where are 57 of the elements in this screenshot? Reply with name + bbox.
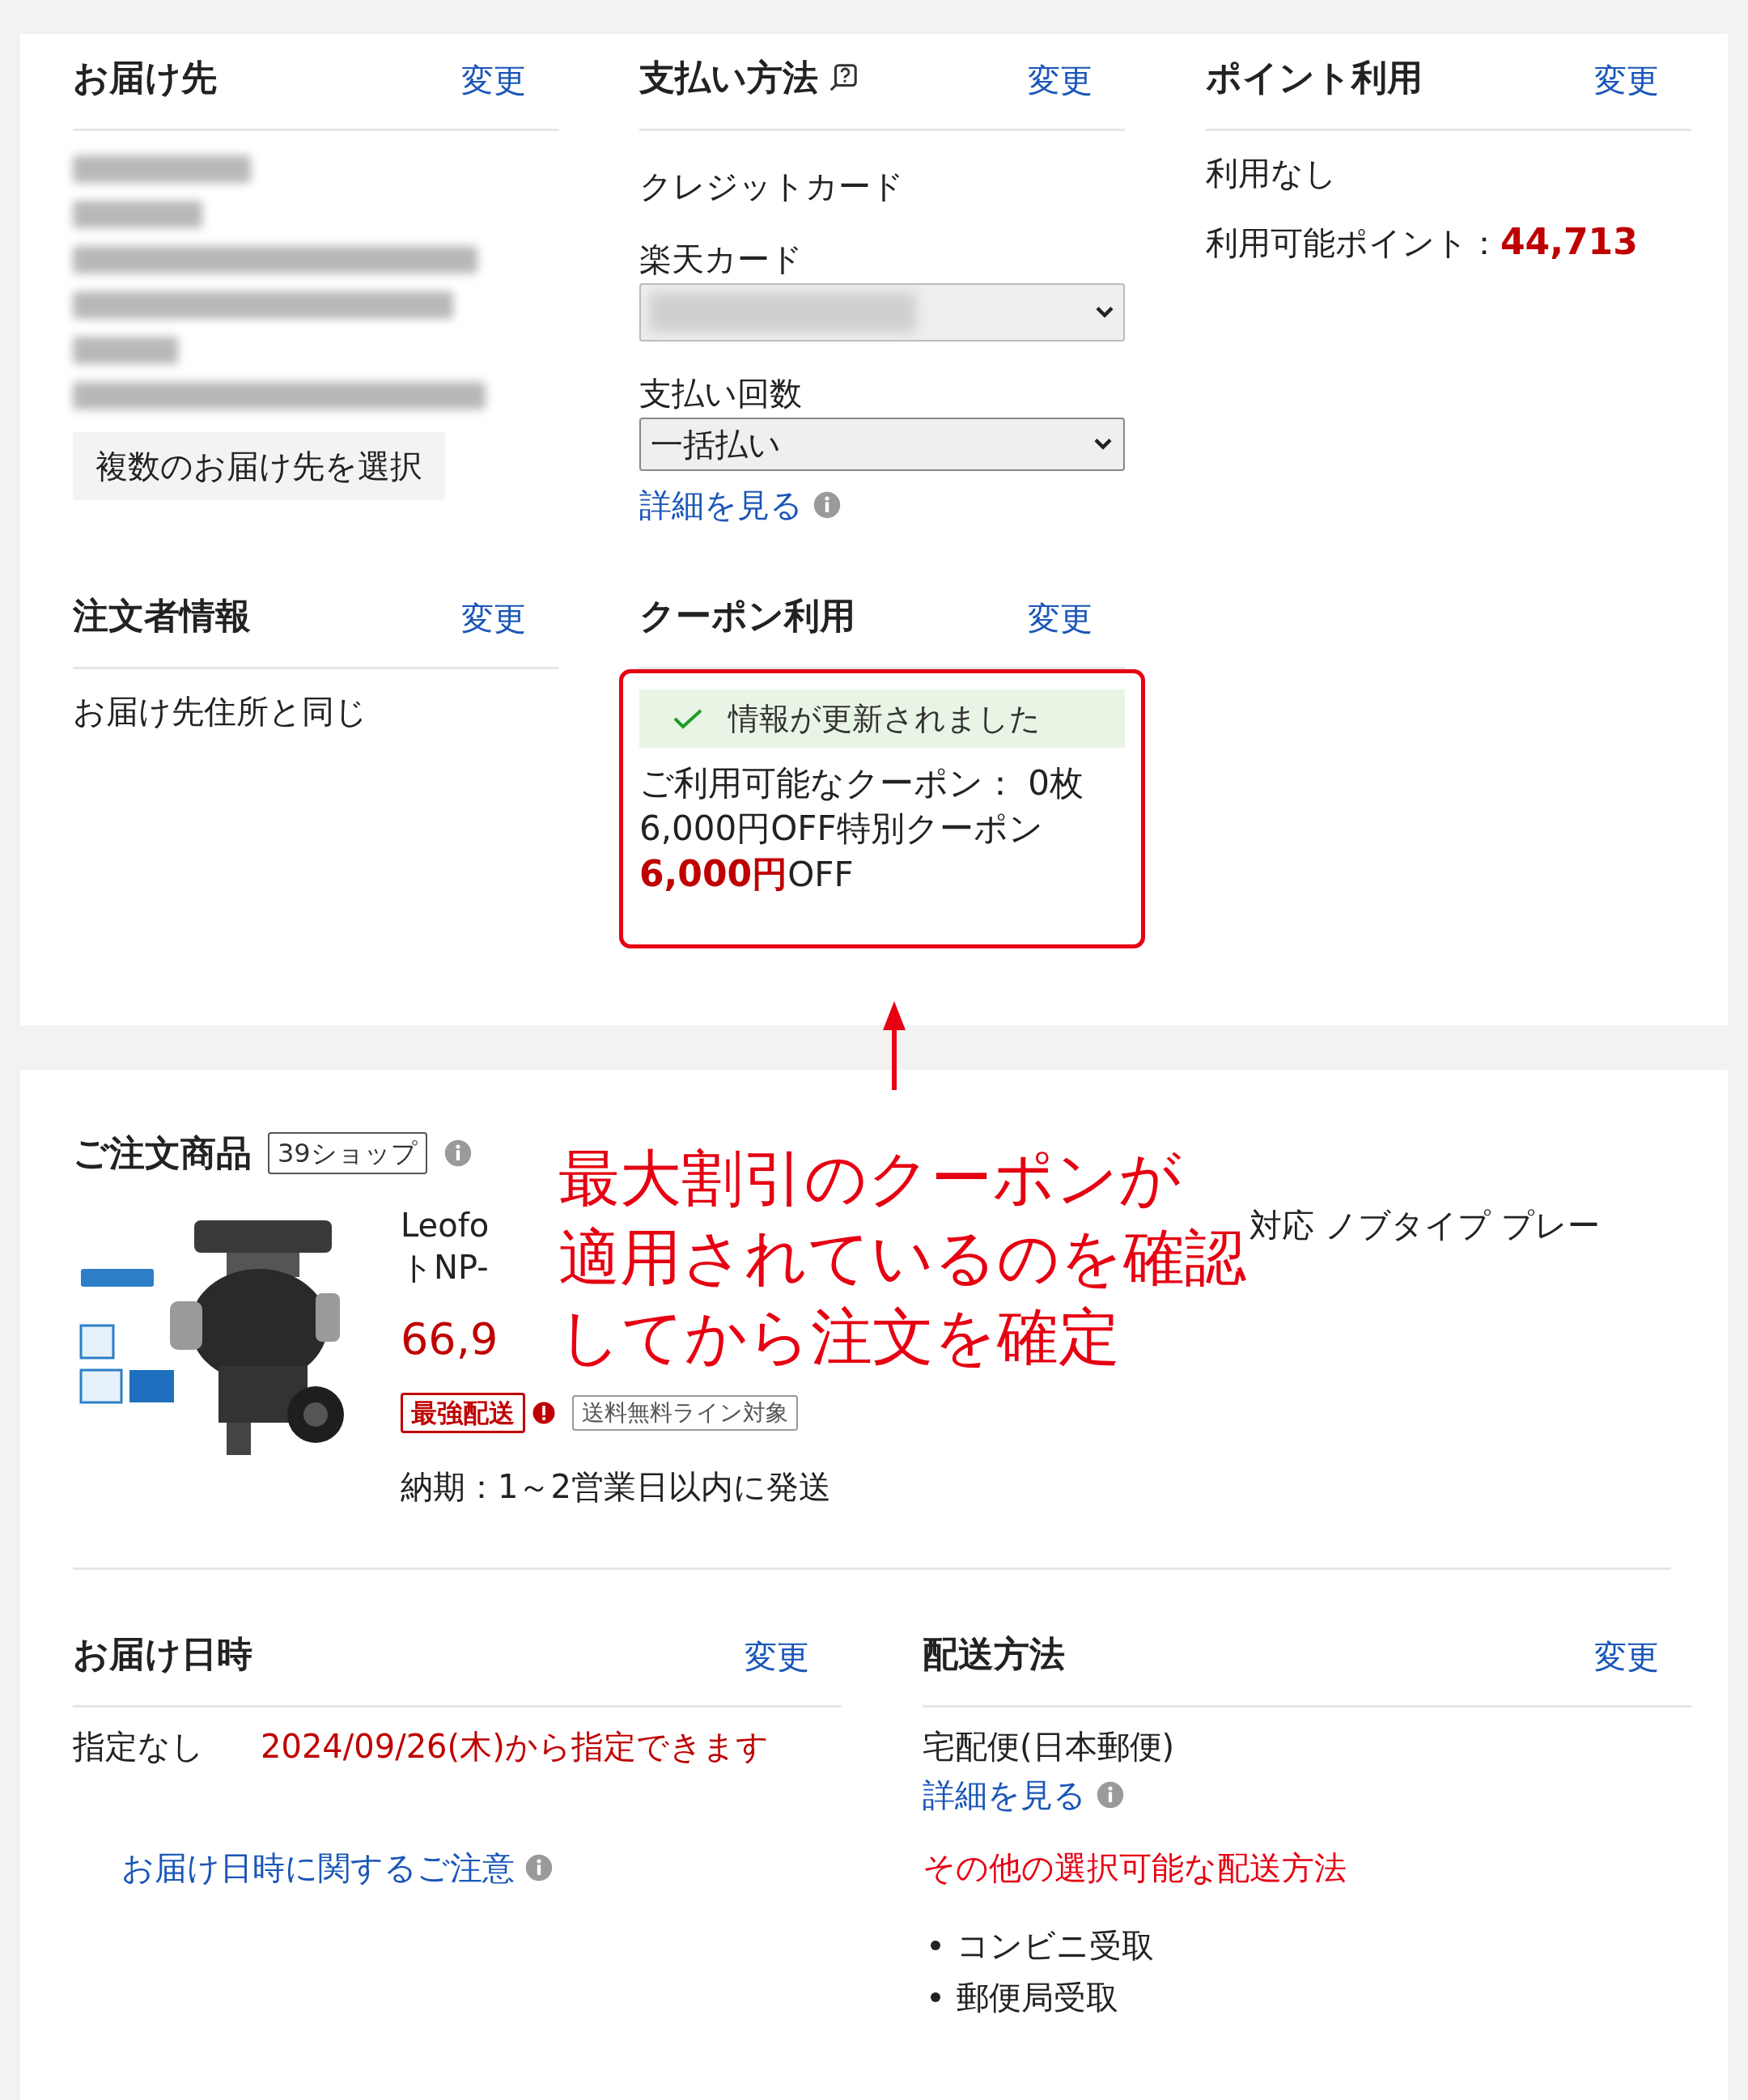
points-usage: 利用なし — [1206, 154, 1338, 193]
installments-select[interactable]: 一括払い — [639, 418, 1125, 471]
orderer-info: お届け先住所と同じ — [73, 692, 368, 732]
change-link[interactable]: 変更 — [461, 594, 558, 643]
change-link[interactable]: 変更 — [1594, 1632, 1691, 1681]
discount-amount: 6,000円 — [639, 852, 788, 896]
change-link[interactable]: 変更 — [1028, 56, 1125, 104]
shipping-method-value: 宅配便(日本郵便) — [923, 1727, 1176, 1767]
section-title: ポイント利用 — [1206, 56, 1423, 100]
info-icon[interactable] — [1096, 1780, 1125, 1809]
info-icon[interactable] — [443, 1139, 473, 1168]
delivery-date-value: 指定なし — [73, 1727, 204, 1767]
caution-link[interactable]: お届け日時に関するご注意 — [121, 1843, 515, 1892]
section-title: クーポン利用 — [639, 594, 855, 638]
section-title: お届け日時 — [73, 1632, 252, 1676]
details-link[interactable]: 詳細を見る — [639, 481, 803, 529]
section-title: お届け先 — [73, 56, 217, 100]
alert-icon — [532, 1401, 556, 1425]
section-title: 配送方法 — [923, 1632, 1065, 1676]
delivery-date-note: 2024/09/26(木)から指定できます — [261, 1727, 769, 1767]
delivery-badge: 最強配送 — [401, 1393, 525, 1433]
product-title[interactable]: 対応 ノブタイプ プレー — [1249, 1204, 1600, 1246]
available-points-value: 44,713 — [1500, 220, 1638, 264]
installments-label: 支払い回数 — [639, 374, 803, 414]
product-title[interactable]: Leofo — [401, 1204, 490, 1246]
info-icon[interactable] — [812, 490, 842, 520]
change-link[interactable]: 変更 — [745, 1632, 842, 1681]
delivery-estimate: 納期：1～2営業日以内に発送 — [401, 1467, 832, 1507]
other-methods-label: その他の選択可能な配送方法 — [923, 1848, 1347, 1888]
multiple-address-button[interactable]: 複数のお届け先を選択 — [73, 432, 445, 500]
product-price: 66,9 — [401, 1313, 499, 1366]
change-link[interactable]: 変更 — [461, 56, 558, 104]
change-link[interactable]: 変更 — [1594, 56, 1691, 104]
info-icon[interactable] — [524, 1853, 554, 1882]
shipping-badge: 送料無料ライン対象 — [572, 1395, 798, 1431]
section-title: 注文者情報 — [73, 594, 251, 638]
card-select[interactable] — [639, 283, 1125, 342]
shipping-option: 郵便局受取 — [957, 1973, 1118, 2022]
chevron-down-icon — [1092, 437, 1114, 452]
bullet-icon — [931, 1992, 940, 2002]
discount-suffix: OFF — [787, 854, 854, 896]
shipping-option: コンビニ受取 — [957, 1921, 1154, 1970]
shop-count-badge: 39ショップ — [268, 1132, 427, 1174]
section-title: 支払い方法 — [639, 56, 818, 100]
coupon-name: 6,000円OFF特別クーポン — [639, 808, 1044, 850]
available-points-label: 利用可能ポイント： — [1206, 223, 1500, 263]
section-title: ご注文商品 — [73, 1131, 252, 1175]
update-notice: 情報が更新されました — [639, 689, 1125, 748]
chevron-down-icon — [1094, 305, 1115, 320]
available-coupons: ご利用可能なクーポン： 0枚 — [639, 762, 1085, 804]
details-link[interactable]: 詳細を見る — [923, 1771, 1086, 1819]
product-title[interactable]: トNP- — [401, 1246, 489, 1288]
bullet-icon — [931, 1941, 940, 1950]
payment-method: クレジットカード — [639, 167, 905, 206]
help-icon[interactable] — [828, 62, 859, 93]
change-link[interactable]: 変更 — [1028, 594, 1125, 643]
card-label: 楽天カード — [639, 240, 804, 279]
